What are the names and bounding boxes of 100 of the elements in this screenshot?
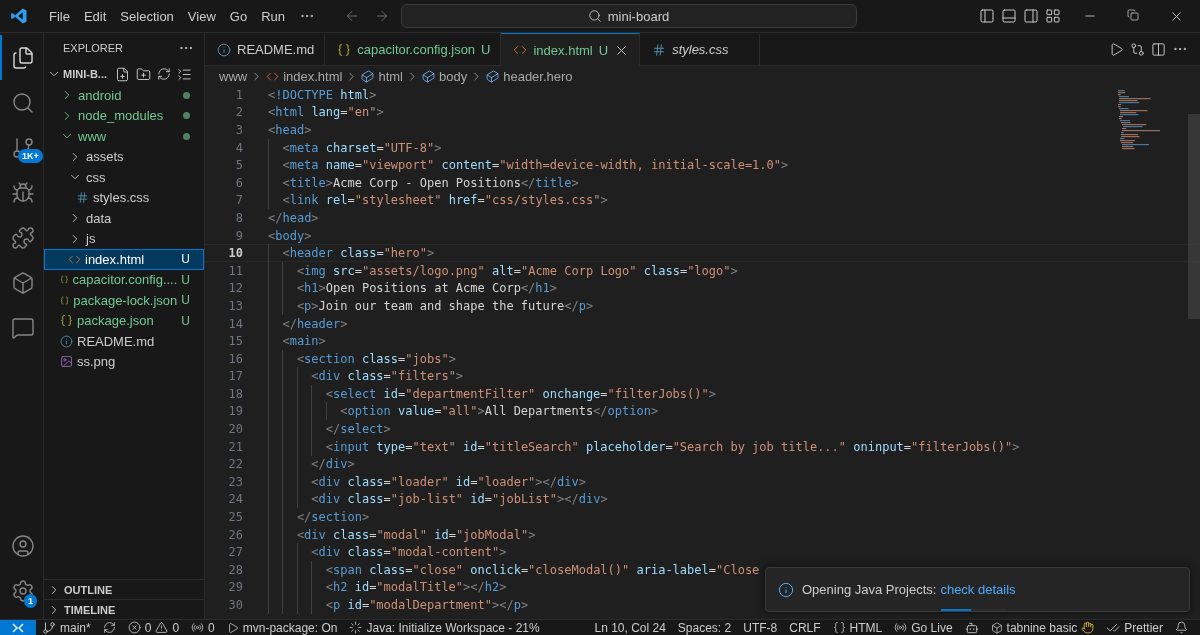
remote-button[interactable] [0,620,36,635]
code-line: <meta charset="UTF-8"> [282,140,442,155]
sidebar-title: EXPLORER [63,42,123,54]
search-field[interactable]: mini-board [400,4,857,28]
menu-item[interactable]: View [180,8,223,24]
breadcrumb-item[interactable]: www [219,68,248,84]
menu-item[interactable]: Run [254,8,292,24]
file-tree-item[interactable]: assets [44,146,204,167]
file-tree-item[interactable]: package-lock.json U [44,290,204,311]
editor-tab[interactable]: index.html U [501,33,641,66]
bug-icon[interactable] [10,180,35,205]
details-link[interactable]: check details [940,582,1016,597]
file-tree-item[interactable]: capacitor.config.... U [44,269,204,290]
line-number: 9 [234,228,243,243]
status-item[interactable]: mvn-package: On [220,620,344,635]
status-item[interactable]: Go Live [888,620,959,635]
minimap-drawing [1118,88,1160,152]
line-number: 21 [227,439,243,454]
split-editor-icon[interactable] [1151,41,1166,57]
status-item[interactable]: Prettier [1100,620,1169,635]
box-icon[interactable] [10,270,35,295]
code-line: </select> [325,422,391,437]
line-number: 25 [227,510,243,525]
file-tree-item[interactable]: styles.css [44,187,204,208]
line-number: 2 [234,105,243,120]
code-line: <!DOCTYPE html> [268,87,377,102]
file-tree-item[interactable]: package.json U [44,310,204,331]
line-number: 5 [234,158,243,173]
line-number: 22 [227,457,243,472]
status-item[interactable]: 0 [185,620,221,635]
notification-message: Opening Java Projects: [802,582,937,597]
restore-icon[interactable] [1127,8,1139,21]
compare-icon[interactable] [1130,41,1145,57]
info-icon [778,581,794,598]
code-line: <div class="modal-content"> [311,545,507,560]
status-item[interactable]: main* [36,620,97,635]
tabnine-status[interactable]: tabnine basic [984,620,1101,635]
status-item[interactable]: Ln 10, Col 24 [588,620,672,635]
code-line: <main> [282,334,326,349]
menu-item[interactable]: Selection [113,8,181,24]
status-item[interactable]: UTF-8 [737,620,784,635]
search-icon[interactable] [10,90,35,115]
chat-icon[interactable] [10,315,35,340]
file-tree-item[interactable]: node_modules [44,105,204,126]
menu-item[interactable]: Go [222,8,255,24]
hash-icon [652,42,667,57]
line-number: 27 [227,545,243,560]
code-line: <div class="modal" id="jobModal"> [296,527,536,542]
collapse-icon[interactable] [177,66,192,82]
braces-icon [337,42,352,57]
panel-left-icon[interactable] [979,8,995,24]
breadcrumb-item[interactable]: html [361,68,403,84]
status-item[interactable]: Java: Initialize Workspace - 21% [343,620,546,635]
refresh-icon[interactable] [157,66,171,81]
settings-icon[interactable] [10,578,35,603]
breadcrumb-item[interactable]: header.hero [486,68,573,84]
account-icon[interactable] [10,533,35,558]
file-tree-item[interactable]: js [44,228,204,249]
app-logo [10,7,28,25]
scrollbar-thumb[interactable] [1188,114,1200,319]
line-number: 4 [234,140,243,155]
panel-section-header[interactable]: OUTLINE [44,579,204,599]
line-number: 12 [227,281,243,296]
line-number: 7 [234,193,243,208]
menu-item[interactable]: Edit [76,8,114,24]
line-number: 8 [234,210,243,225]
panel-right-icon[interactable] [1023,8,1039,24]
file-tree-item[interactable]: data [44,208,204,229]
code-line: </section> [296,510,370,525]
panel-bottom-icon[interactable] [1001,8,1017,24]
file-tree-item[interactable]: css [44,167,204,188]
code-line: </header> [282,316,348,331]
code-line: </head> [268,210,319,225]
folder-root[interactable]: MINI-B... [44,63,204,85]
breadcrumb-item[interactable]: body [422,68,468,84]
file-tree-item[interactable]: index.html U [44,249,204,270]
new-folder-icon[interactable] [136,66,151,82]
status-item[interactable]: HTML [826,620,889,635]
files-icon[interactable] [10,45,35,70]
line-number: 10 [227,246,243,261]
braces-icon [832,621,846,634]
file-tree-item[interactable]: ss.png [44,351,204,372]
problems-status[interactable]: 0 0 [121,620,186,635]
file-tree-item[interactable]: android [44,85,204,106]
menu-item[interactable]: File [42,8,77,24]
status-item[interactable]: CRLF [783,620,827,635]
file-tree-item[interactable]: README.md [44,331,204,352]
line-number: 3 [234,123,243,137]
error-icon [127,621,141,634]
layout-icon[interactable] [1045,8,1061,24]
new-file-icon[interactable] [115,66,130,82]
code-line: <p id="modalDepartment"></p> [325,598,529,612]
status-item[interactable]: Spaces: 2 [671,620,738,635]
line-number: 6 [234,175,243,190]
line-number: 20 [227,422,243,437]
file-tree-item[interactable]: www [44,126,204,147]
run-icon[interactable] [1109,41,1124,57]
breadcrumb-item[interactable]: index.html [266,68,343,84]
count-badge: 1K+ [18,149,43,163]
puzzle-icon[interactable] [10,225,35,250]
